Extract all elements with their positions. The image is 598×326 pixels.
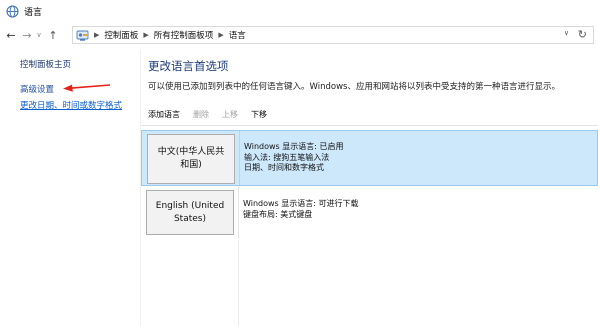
column-divider — [238, 240, 239, 326]
language-name-line: States) — [173, 213, 206, 224]
remove-language-button[interactable]: 删除 — [193, 109, 209, 120]
up-arrow-icon[interactable]: ↑ — [46, 27, 60, 43]
navigation-bar: ← → ∨ ↑ ▶ 控制面板 ▶ 所有控制面板项 ▶ 语言 ∨ ↻ — [0, 24, 598, 46]
column-divider — [239, 131, 240, 185]
back-arrow-icon[interactable]: ← — [4, 27, 18, 43]
date-time-format-info: 日期、时间和数字格式 — [244, 163, 324, 172]
breadcrumb-all-items[interactable]: 所有控制面板项 — [154, 29, 214, 41]
title-bar: 语言 — [0, 0, 598, 22]
language-name-line: 和国) — [180, 160, 202, 170]
language-row-chinese[interactable]: 中文(中华人民共 和国) Windows 显示语言: 已启用 输入法: 搜狗五笔… — [141, 130, 598, 186]
add-language-button[interactable]: 添加语言 — [148, 109, 180, 120]
breadcrumb-separator-icon: ▶ — [94, 31, 100, 39]
annotation-arrow — [63, 84, 111, 92]
language-name-line: English (United — [155, 200, 225, 211]
move-up-button[interactable]: 上移 — [222, 109, 238, 120]
chevron-down-icon[interactable]: ∨ — [564, 29, 569, 37]
sidebar-change-date-time-format[interactable]: 更改日期、时间或数字格式 — [20, 99, 122, 111]
move-down-button[interactable]: 下移 — [251, 109, 267, 120]
address-bar[interactable]: ▶ 控制面板 ▶ 所有控制面板项 ▶ 语言 ∨ ↻ — [72, 26, 594, 44]
sidebar-advanced-settings[interactable]: 高级设置 — [20, 83, 54, 95]
display-language-status: Windows 显示语言: 可进行下载 — [243, 199, 359, 208]
breadcrumb-separator-icon: ▶ — [218, 31, 224, 39]
window-title: 语言 — [24, 7, 43, 18]
language-tile-chinese[interactable]: 中文(中华人民共 和国) — [147, 134, 235, 184]
language-row-english[interactable]: English (United States) Windows 显示语言: 可进… — [141, 187, 598, 239]
language-details: Windows 显示语言: 可进行下载 键盘布局: 美式键盘 — [243, 199, 359, 220]
language-details: Windows 显示语言: 已启用 输入法: 搜狗五笔输入法 日期、时间和数字格… — [244, 142, 344, 174]
page-description: 可以使用已添加到列表中的任何语言键入。Windows、应用和网站将以列表中受支持… — [148, 82, 560, 92]
language-toolbar: 添加语言 删除 上移 下移 — [148, 109, 280, 120]
display-language-status: Windows 显示语言: 已启用 — [244, 142, 344, 151]
breadcrumb-separator-icon: ▶ — [143, 31, 149, 39]
control-panel-icon — [76, 30, 89, 41]
toolbar-divider — [141, 125, 598, 126]
keyboard-layout-info: 键盘布局: 美式键盘 — [243, 209, 313, 219]
breadcrumb-control-panel[interactable]: 控制面板 — [104, 29, 138, 41]
forward-arrow-icon[interactable]: → — [20, 27, 34, 43]
input-method-info: 输入法: 搜狗五笔输入法 — [244, 152, 330, 162]
column-divider — [238, 187, 239, 239]
sidebar-control-panel-home[interactable]: 控制面板主页 — [20, 58, 71, 70]
page-title: 更改语言首选项 — [148, 59, 229, 73]
chevron-down-icon[interactable]: ∨ — [34, 27, 44, 43]
breadcrumb-language[interactable]: 语言 — [229, 29, 246, 41]
language-name-line: 中文(中华人民共 — [157, 147, 225, 157]
language-tile-english[interactable]: English (United States) — [146, 190, 234, 235]
refresh-icon[interactable]: ↻ — [578, 28, 587, 41]
language-globe-icon — [6, 4, 19, 18]
